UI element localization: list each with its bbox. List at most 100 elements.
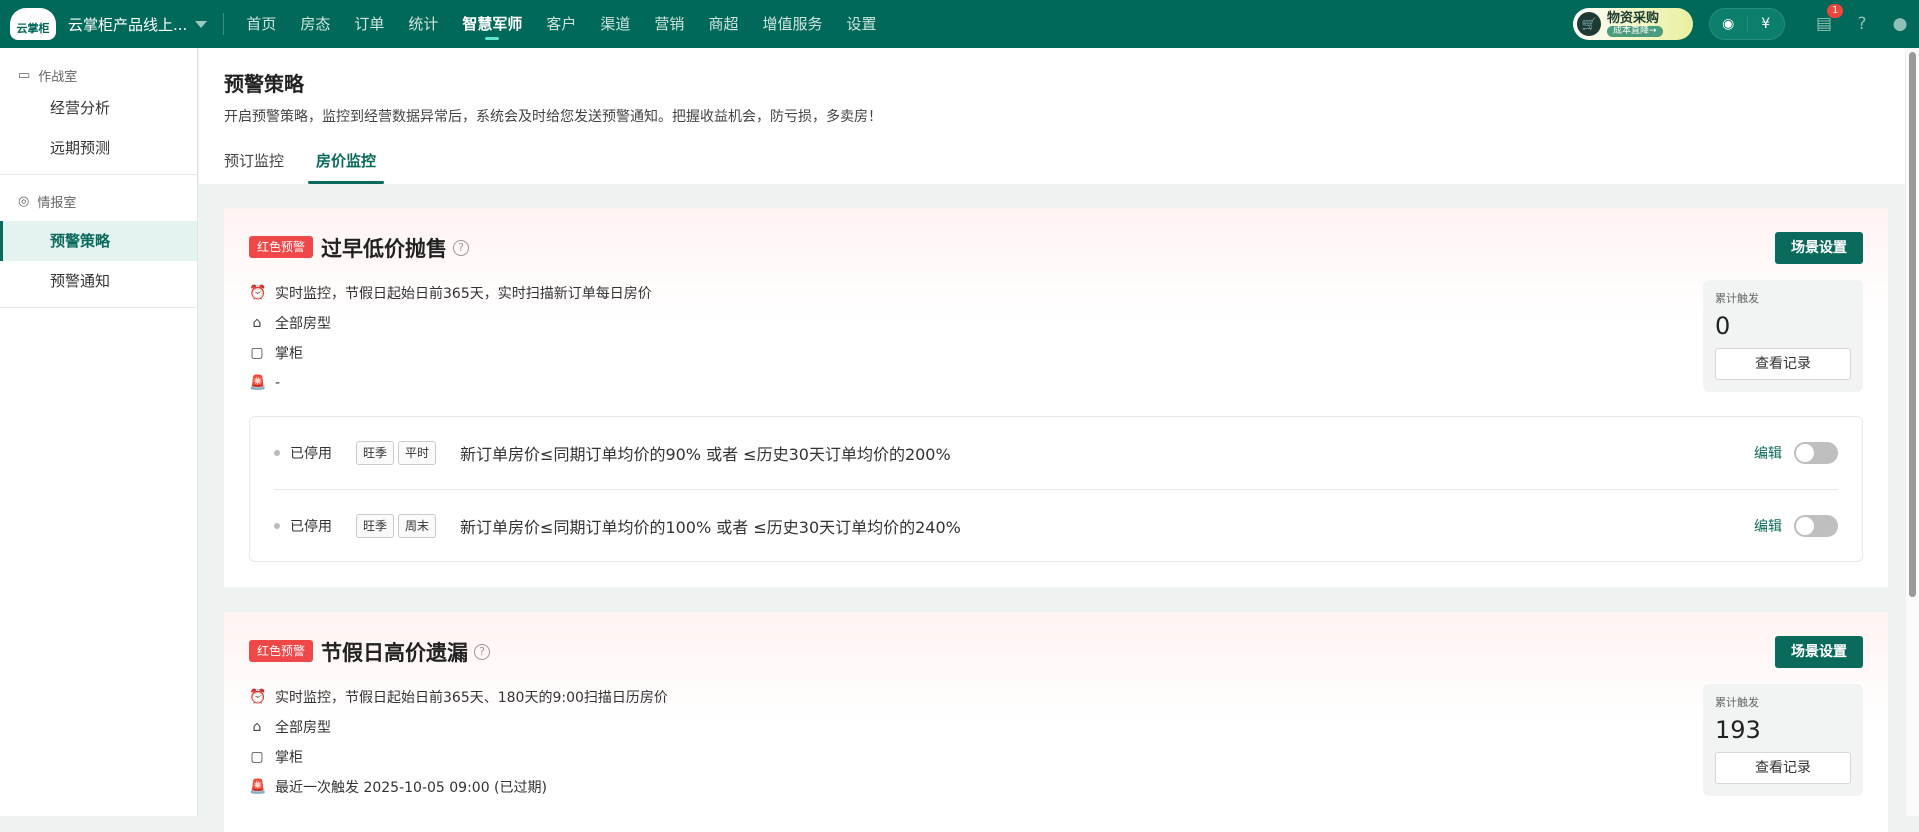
rule-toggle[interactable]	[1794, 442, 1838, 464]
page-header: 预警策略 开启预警策略，监控到经营数据异常后，系统会及时给您发送预警通知。把握收…	[199, 48, 1905, 184]
rule-item: 已停用 旺季 平时 新订单房价≤同期订单均价的90% 或者 ≤历史30天订单均价的…	[274, 417, 1838, 489]
user-icon[interactable]: ●	[1881, 14, 1919, 34]
stat-label: 累计触发	[1715, 292, 1759, 305]
rule-tag: 平时	[398, 441, 437, 465]
nav-channels[interactable]: 渠道	[588, 0, 642, 48]
scrollbar[interactable]	[1905, 48, 1919, 816]
nav-room-status[interactable]: 房态	[288, 0, 342, 48]
page-title: 预警策略	[224, 72, 304, 96]
nav-home[interactable]: 首页	[234, 0, 288, 48]
promo-subtitle: 成本直降→	[1607, 25, 1663, 37]
shop-switcher[interactable]: 云掌柜产品线上...	[68, 14, 208, 35]
alert-level-badge: 红色预警	[249, 236, 314, 258]
caret-down-icon	[195, 20, 208, 28]
shop-name: 云掌柜产品线上...	[68, 15, 188, 34]
help-icon[interactable]: ?	[474, 644, 490, 660]
group-label: 情报室	[37, 195, 77, 211]
recipient-icon: ▢	[250, 749, 264, 765]
card-title: 过早低价抛售	[321, 237, 447, 261]
room-types: 全部房型	[275, 316, 331, 332]
nav-stats[interactable]: 统计	[396, 0, 450, 48]
stat-value: 0	[1715, 312, 1731, 340]
help-icon[interactable]: ?	[453, 240, 469, 256]
invoice-icon[interactable]: ¥	[1746, 16, 1785, 32]
app-logo[interactable]: 云掌柜	[10, 8, 56, 40]
nav-smart-advisor[interactable]: 智慧军师	[450, 0, 534, 48]
sidebar-item-alert-notice[interactable]: 预警通知	[0, 261, 197, 301]
alarm-clock-icon: ⏰	[249, 285, 267, 301]
rule-text: 新订单房价≤同期订单均价的90% 或者 ≤历史30天订单均价的200%	[460, 445, 951, 464]
recipient: 掌柜	[275, 750, 303, 766]
monitor-icon: ▭	[18, 67, 31, 83]
monitor-rule: 实时监控，节假日起始日前365天，实时扫描新订单每日房价	[275, 286, 652, 302]
notification-badge: 1	[1827, 4, 1844, 18]
recipient: 掌柜	[275, 346, 303, 362]
sidebar: ▭ 作战室 经营分析 远期预测 ◎ 情报室 预警策略 预警通知	[0, 48, 198, 816]
rule-list: 已停用 旺季 平时 新订单房价≤同期订单均价的90% 或者 ≤历史30天订单均价的…	[249, 416, 1863, 562]
nav-orders[interactable]: 订单	[342, 0, 396, 48]
sidebar-item-business-analysis[interactable]: 经营分析	[0, 88, 197, 128]
promo-title: 物资采购	[1607, 10, 1660, 26]
tool-pill: ◉ ¥	[1709, 8, 1785, 40]
view-records-button[interactable]: 查看记录	[1715, 348, 1851, 380]
house-icon: ⌂	[252, 315, 262, 331]
sidebar-group-war-room: ▭ 作战室	[0, 48, 197, 88]
view-records-button[interactable]: 查看记录	[1715, 752, 1851, 784]
message-icon[interactable]: ▤ 1	[1805, 4, 1844, 34]
sidebar-item-alert-strategy[interactable]: 预警策略	[0, 221, 197, 261]
alert-level-badge: 红色预警	[249, 640, 314, 662]
rule-status: 已停用	[290, 446, 332, 462]
card-title: 节假日高价遗漏	[321, 641, 468, 665]
procurement-promo[interactable]: 🛒 物资采购 成本直降→	[1573, 8, 1693, 40]
rule-text: 新订单房价≤同期订单均价的100% 或者 ≤历史30天订单均价的240%	[460, 517, 961, 537]
siren-icon: 🚨	[249, 779, 267, 795]
divider	[0, 307, 197, 308]
divider	[223, 13, 225, 35]
main-nav: 首页 房态 订单 统计 智慧军师 客户 渠道 营销 商超 增值服务 设置	[234, 0, 888, 48]
scene-settings-button[interactable]: 场景设置	[1775, 636, 1863, 668]
divider	[0, 174, 197, 175]
status-dot	[274, 450, 280, 456]
help-icon[interactable]: ?	[1843, 14, 1881, 34]
last-trigger: 最近一次触发 2025-10-05 09:00 (已过期)	[275, 780, 547, 796]
rule-item: 已停用 旺季 周末 新订单房价≤同期订单均价的100% 或者 ≤历史30天订单均价…	[274, 489, 1838, 561]
cart-icon: 🛒	[1577, 12, 1601, 36]
strategy-card: 红色预警 节假日高价遗漏? ⏰ 实时监控，节假日起始日前365天、180天的9:0…	[224, 612, 1888, 832]
stat-label: 累计触发	[1715, 696, 1759, 709]
nav-settings[interactable]: 设置	[834, 0, 888, 48]
scene-settings-button[interactable]: 场景设置	[1775, 232, 1863, 264]
top-bar: 云掌柜 云掌柜产品线上... 首页 房态 订单 统计 智慧军师 客户 渠道 营销…	[0, 0, 1919, 48]
rule-toggle[interactable]	[1794, 514, 1838, 537]
edit-link[interactable]: 编辑	[1754, 443, 1782, 463]
nav-store[interactable]: 商超	[696, 0, 750, 48]
radar-icon: ◎	[18, 193, 30, 209]
robot-icon[interactable]: ◉	[1710, 16, 1747, 32]
scrollbar-thumb[interactable]	[1909, 52, 1916, 597]
stat-value: 193	[1715, 716, 1761, 744]
group-label: 作战室	[38, 69, 78, 85]
rule-tag: 旺季	[356, 513, 395, 538]
recipient-icon: ▢	[250, 345, 264, 361]
house-icon: ⌂	[252, 719, 262, 735]
alarm-clock-icon: ⏰	[249, 689, 267, 705]
status-dot	[274, 522, 280, 529]
rule-tag: 周末	[398, 513, 437, 538]
page-description: 开启预警策略，监控到经营数据异常后，系统会及时给您发送预警通知。把握收益机会，防…	[224, 109, 882, 125]
nav-value-added[interactable]: 增值服务	[750, 0, 834, 48]
trigger-stat: 累计触发 0 查看记录	[1703, 280, 1863, 392]
strategy-card: 红色预警 过早低价抛售? ⏰ 实时监控，节假日起始日前365天，实时扫描新订单每日…	[224, 208, 1888, 587]
last-trigger: -	[275, 375, 281, 391]
nav-marketing[interactable]: 营销	[642, 0, 696, 48]
rule-tag: 旺季	[356, 441, 395, 465]
tab-price-monitor[interactable]: 房价监控	[308, 150, 385, 184]
edit-link[interactable]: 编辑	[1754, 516, 1782, 536]
rule-status: 已停用	[290, 518, 332, 535]
tab-booking-monitor[interactable]: 预订监控	[224, 150, 284, 184]
nav-customers[interactable]: 客户	[534, 0, 588, 48]
room-types: 全部房型	[275, 720, 331, 736]
siren-icon: 🚨	[249, 375, 267, 391]
trigger-stat: 累计触发 193 查看记录	[1703, 684, 1863, 796]
sidebar-item-forecast[interactable]: 远期预测	[0, 128, 197, 168]
sidebar-group-intel-room: ◎ 情报室	[0, 181, 197, 221]
monitor-rule: 实时监控，节假日起始日前365天、180天的9:00扫描日历房价	[275, 690, 668, 706]
